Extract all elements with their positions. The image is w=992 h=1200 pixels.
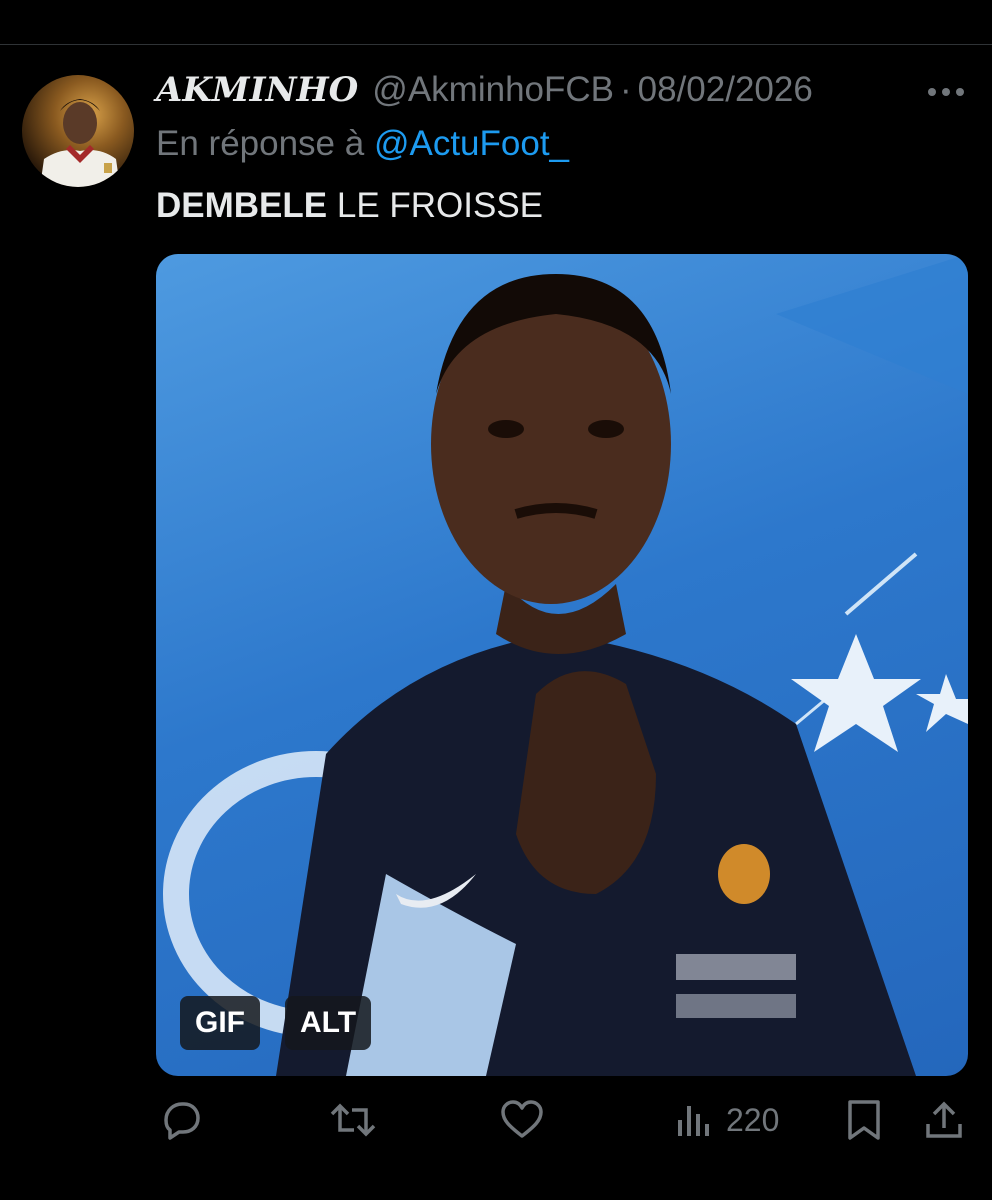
retweet-icon	[330, 1103, 376, 1137]
reply-icon	[164, 1102, 200, 1140]
like-button[interactable]	[499, 1092, 545, 1148]
views-icon	[678, 1106, 709, 1136]
more-options-icon[interactable]	[926, 86, 966, 98]
reply-button[interactable]	[158, 1092, 202, 1148]
retweet-icon[interactable]	[336, 0, 364, 6]
views-button[interactable]: 220	[674, 1092, 779, 1148]
user-handle[interactable]: @AkminhoFCB	[372, 70, 614, 110]
views-count: 220	[726, 1101, 780, 1138]
alt-text-button[interactable]: ALT	[285, 996, 371, 1050]
views-icon[interactable]	[680, 0, 708, 6]
divider	[0, 44, 992, 45]
bookmark-icon	[848, 1100, 880, 1140]
reply-prefix: En réponse à	[156, 124, 365, 163]
tweet-text: DEMBELE LE FROISSE	[156, 186, 543, 226]
retweet-button[interactable]	[328, 1092, 378, 1148]
tweet-date[interactable]: 08/02/2026	[638, 70, 813, 110]
previous-tweet-actions	[0, 0, 992, 44]
share-icon	[926, 1101, 962, 1138]
tweet-actions: 220	[0, 1092, 992, 1152]
heart-icon	[501, 1100, 543, 1138]
gif-media[interactable]	[156, 254, 968, 1076]
share-button[interactable]	[922, 1092, 966, 1148]
tweet-header: AKMINHO @AkminhoFCB · 08/02/2026	[156, 70, 813, 114]
heart-icon[interactable]	[507, 0, 535, 6]
gif-badge: GIF	[180, 996, 260, 1050]
reply-context: En réponse à @ActuFoot_	[156, 124, 569, 164]
separator: ·	[620, 70, 632, 109]
avatar[interactable]	[22, 75, 134, 187]
tweet-text-bold: DEMBELE	[156, 186, 328, 225]
bookmark-icon[interactable]	[846, 0, 874, 6]
reply-to-link[interactable]: @ActuFoot_	[374, 124, 569, 163]
reply-icon[interactable]	[170, 0, 198, 6]
bookmark-button[interactable]	[844, 1092, 884, 1148]
tweet-text-rest: LE FROISSE	[327, 186, 544, 225]
display-name[interactable]: AKMINHO	[156, 70, 358, 110]
